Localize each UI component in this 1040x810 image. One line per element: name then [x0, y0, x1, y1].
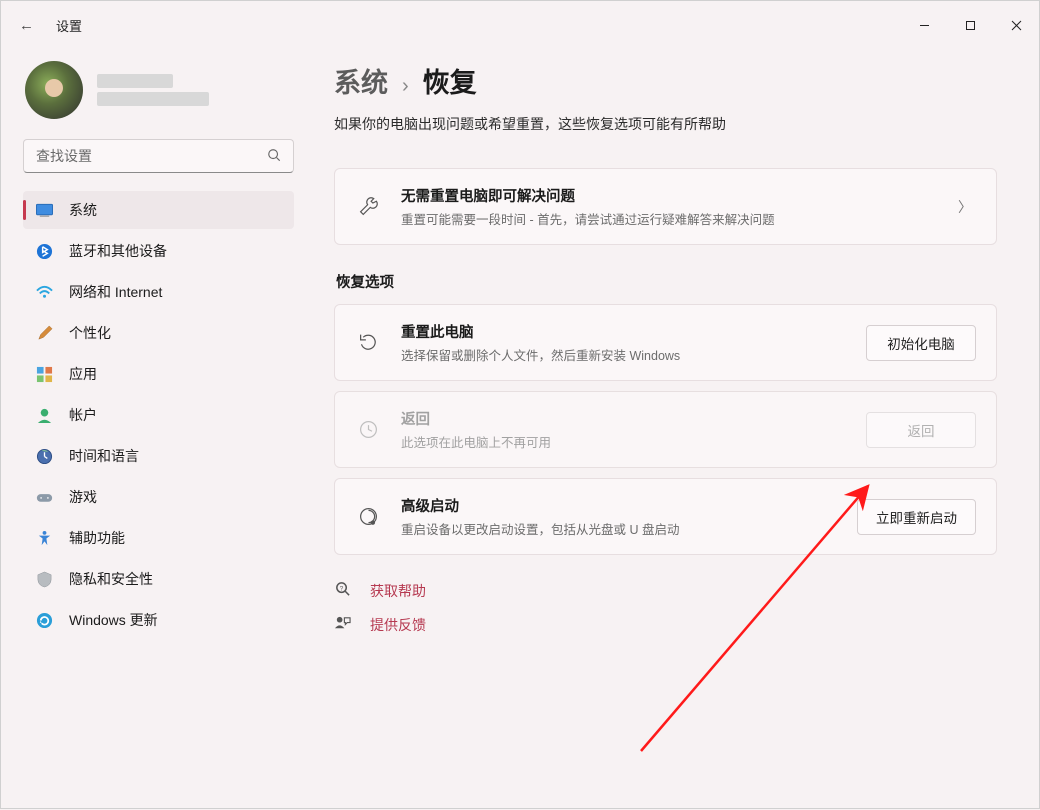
- intro-text: 如果你的电脑出现问题或希望重置，这些恢复选项可能有所帮助: [334, 114, 997, 134]
- main-content: 系统 › 恢复 如果你的电脑出现问题或希望重置，这些恢复选项可能有所帮助 无需重…: [306, 49, 1039, 808]
- sidebar-item-bluetooth[interactable]: 蓝牙和其他设备: [23, 232, 294, 270]
- card-title: 返回: [401, 408, 846, 429]
- sidebar-item-system[interactable]: 系统: [23, 191, 294, 229]
- search-placeholder: 查找设置: [36, 146, 267, 166]
- footer-links: ? 获取帮助 提供反馈: [334, 581, 997, 635]
- card-title: 重置此电脑: [401, 321, 846, 342]
- go-back-button: 返回: [866, 412, 976, 448]
- card-reset-pc: 重置此电脑 选择保留或删除个人文件，然后重新安装 Windows 初始化电脑: [334, 304, 997, 381]
- profile-name-redacted: [97, 74, 173, 88]
- sidebar-item-apps[interactable]: 应用: [23, 355, 294, 393]
- titlebar: ← 设置: [1, 1, 1039, 49]
- accounts-icon: [35, 406, 53, 424]
- card-advanced-startup: 高级启动 重启设备以更改启动设置，包括从光盘或 U 盘启动 立即重新启动: [334, 478, 997, 555]
- clock-icon: [35, 447, 53, 465]
- back-button[interactable]: ←: [19, 17, 34, 34]
- card-go-back: 返回 此选项在此电脑上不再可用 返回: [334, 391, 997, 468]
- section-recovery-options: 恢复选项: [336, 271, 997, 292]
- card-troubleshoot[interactable]: 无需重置电脑即可解决问题 重置可能需要一段时间 - 首先，请尝试通过运行疑难解答…: [334, 168, 997, 245]
- card-desc: 选择保留或删除个人文件，然后重新安装 Windows: [401, 345, 846, 364]
- sidebar-item-label: 网络和 Internet: [69, 282, 162, 302]
- help-link-text: 获取帮助: [370, 581, 426, 601]
- profile[interactable]: [23, 61, 294, 119]
- card-desc: 重置可能需要一段时间 - 首先，请尝试通过运行疑难解答来解决问题: [401, 209, 934, 228]
- sidebar-item-gaming[interactable]: 游戏: [23, 478, 294, 516]
- restart-now-button[interactable]: 立即重新启动: [857, 499, 976, 535]
- sidebar: 查找设置 系统 蓝牙和其他设备 网络和 Internet 个性化: [1, 49, 306, 808]
- svg-text:?: ?: [340, 585, 344, 592]
- sidebar-item-label: 隐私和安全性: [69, 569, 153, 589]
- update-icon: [35, 611, 53, 629]
- sidebar-item-update[interactable]: Windows 更新: [23, 601, 294, 639]
- feedback-link[interactable]: 提供反馈: [334, 615, 997, 635]
- sidebar-item-label: 辅助功能: [69, 528, 125, 548]
- search-icon: [267, 148, 281, 165]
- feedback-icon: [334, 615, 352, 635]
- gaming-icon: [35, 488, 53, 506]
- sidebar-item-personalization[interactable]: 个性化: [23, 314, 294, 352]
- profile-info: [97, 74, 209, 106]
- sidebar-item-accessibility[interactable]: 辅助功能: [23, 519, 294, 557]
- sidebar-item-network[interactable]: 网络和 Internet: [23, 273, 294, 311]
- sidebar-item-label: Windows 更新: [69, 610, 158, 630]
- get-help-link[interactable]: ? 获取帮助: [334, 581, 997, 601]
- breadcrumb-current: 恢复: [423, 61, 477, 100]
- accessibility-icon: [35, 529, 53, 547]
- help-icon: ?: [334, 581, 352, 601]
- breadcrumb: 系统 › 恢复: [334, 61, 997, 100]
- sidebar-item-label: 游戏: [69, 487, 97, 507]
- brush-icon: [35, 324, 53, 342]
- minimize-button[interactable]: [901, 1, 947, 49]
- sidebar-item-label: 应用: [69, 364, 97, 384]
- wifi-icon: [35, 283, 53, 301]
- sidebar-item-label: 个性化: [69, 323, 111, 343]
- reset-icon: [355, 332, 381, 353]
- chevron-right-icon: 〉: [954, 197, 976, 217]
- card-desc: 重启设备以更改启动设置，包括从光盘或 U 盘启动: [401, 519, 837, 538]
- sidebar-item-time[interactable]: 时间和语言: [23, 437, 294, 475]
- breadcrumb-parent[interactable]: 系统: [334, 61, 388, 100]
- card-title: 高级启动: [401, 495, 837, 516]
- sidebar-item-label: 蓝牙和其他设备: [69, 241, 167, 261]
- sidebar-item-label: 时间和语言: [69, 446, 139, 466]
- nav: 系统 蓝牙和其他设备 网络和 Internet 个性化 应用 帐户: [23, 191, 294, 639]
- bluetooth-icon: [35, 242, 53, 260]
- reset-pc-button[interactable]: 初始化电脑: [866, 325, 976, 361]
- apps-icon: [35, 365, 53, 383]
- search-input[interactable]: 查找设置: [23, 139, 294, 173]
- sidebar-item-label: 帐户: [69, 405, 97, 425]
- shield-icon: [35, 570, 53, 588]
- sidebar-item-privacy[interactable]: 隐私和安全性: [23, 560, 294, 598]
- sidebar-item-label: 系统: [69, 200, 97, 220]
- avatar: [25, 61, 83, 119]
- wrench-icon: [355, 196, 381, 217]
- breadcrumb-separator: ›: [402, 75, 409, 98]
- card-title: 无需重置电脑即可解决问题: [401, 185, 934, 206]
- profile-email-redacted: [97, 92, 209, 106]
- card-desc: 此选项在此电脑上不再可用: [401, 432, 846, 451]
- feedback-link-text: 提供反馈: [370, 615, 426, 635]
- app-title: 设置: [56, 16, 82, 35]
- system-icon: [35, 201, 53, 219]
- window-controls: [901, 1, 1039, 49]
- advanced-icon: [355, 506, 381, 527]
- goback-icon: [355, 419, 381, 440]
- close-button[interactable]: [993, 1, 1039, 49]
- maximize-button[interactable]: [947, 1, 993, 49]
- sidebar-item-accounts[interactable]: 帐户: [23, 396, 294, 434]
